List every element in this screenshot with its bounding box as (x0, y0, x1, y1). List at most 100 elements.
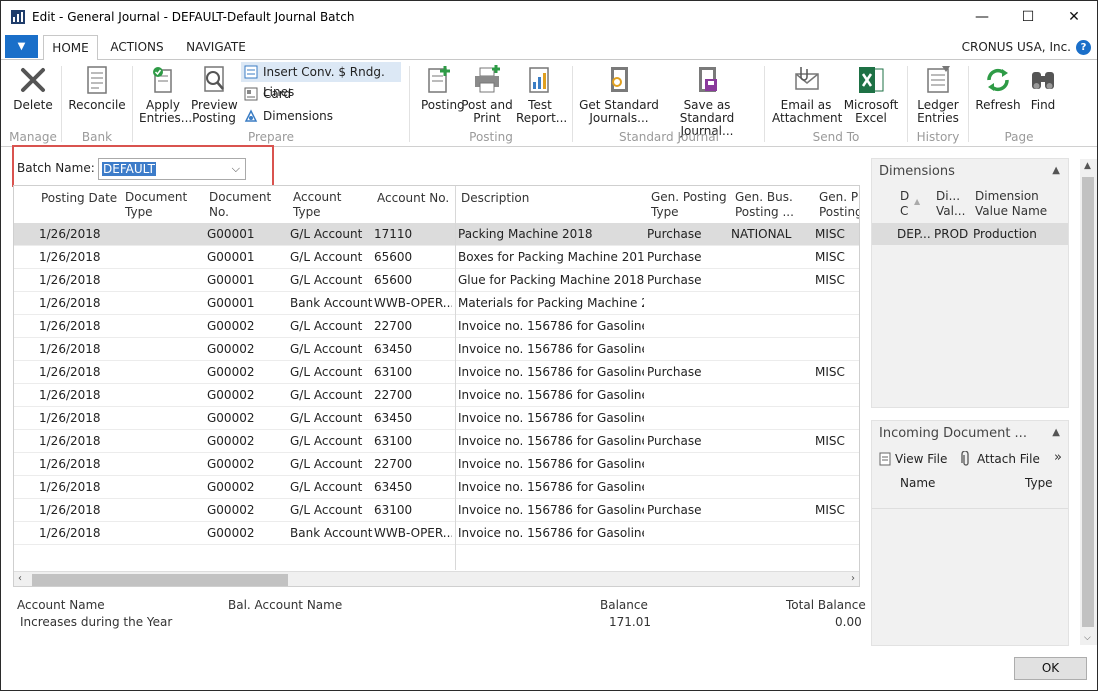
minimize-button[interactable]: — (959, 1, 1005, 33)
table-row[interactable]: 1/26/2018 G00002 G/L Account 63450 Invoice n… (14, 476, 859, 499)
cell-posting-date[interactable]: 1/26/2018 (39, 480, 119, 494)
batch-name-dropdown[interactable]: DEFAULT ⌵ (98, 158, 246, 180)
insert-conv-rounding-button[interactable]: Insert Conv. $ Rndg. Lines (241, 62, 401, 99)
post-and-print-button[interactable]: Post and Print (461, 64, 513, 125)
post-button[interactable]: Posting (421, 64, 465, 112)
cell-account-no[interactable]: 22700 (374, 388, 452, 402)
cell-account-no[interactable]: 63450 (374, 411, 452, 425)
cell-posting-date[interactable]: 1/26/2018 (39, 296, 119, 310)
cell-account-no[interactable]: 63100 (374, 434, 452, 448)
table-row[interactable]: 1/26/2018 G00001 G/L Account 65600 Boxes for… (14, 246, 859, 269)
cell-description[interactable]: Glue for Packing Machine 2018 (458, 273, 644, 287)
cell-description[interactable]: Boxes for Packing Machine 2018 (458, 250, 644, 264)
vertical-scroll-thumb[interactable] (1082, 177, 1094, 627)
cell-description[interactable]: Invoice no. 156786 for Gasoline 2... (458, 388, 644, 402)
cell-gen-posting-type[interactable]: Purchase (647, 227, 727, 241)
cell-gen-prod-posting-group[interactable]: MISC (815, 227, 859, 241)
cell-gen-prod-posting-group[interactable]: MISC (815, 434, 859, 448)
cell-account-no[interactable]: 63450 (374, 480, 452, 494)
cell-account-no[interactable]: 65600 (374, 250, 452, 264)
table-row[interactable]: 1/26/2018 G00002 G/L Account 63100 Invoice n… (14, 430, 859, 453)
preview-posting-button[interactable]: Preview Posting (191, 64, 238, 125)
vertical-scrollbar[interactable]: ▲ ⌵ (1080, 159, 1097, 645)
cell-document-no[interactable]: G00001 (207, 296, 287, 310)
cell-posting-date[interactable]: 1/26/2018 (39, 503, 119, 517)
cell-posting-date[interactable]: 1/26/2018 (39, 319, 119, 333)
cell-gen-posting-type[interactable]: Purchase (647, 273, 727, 287)
table-row[interactable]: 1/26/2018 G00002 G/L Account 63450 Invoice n… (14, 407, 859, 430)
get-standard-journals-button[interactable]: Get Standard Journals... (579, 64, 659, 125)
table-row[interactable]: 1/26/2018 G00002 G/L Account 63100 Invoice n… (14, 361, 859, 384)
dim-col-value-name[interactable]: Dimension Value Name (975, 189, 1047, 219)
incoming-col-type[interactable]: Type (1025, 476, 1053, 490)
cell-account-no[interactable]: 65600 (374, 273, 452, 287)
refresh-button[interactable]: Refresh (975, 64, 1021, 112)
cell-account-no[interactable]: 63100 (374, 365, 452, 379)
col-posting-date[interactable]: Posting Date (41, 191, 117, 206)
cell-document-no[interactable]: G00002 (207, 526, 287, 540)
reconcile-button[interactable]: Reconcile (68, 64, 126, 112)
cell-account-type[interactable]: G/L Account (290, 388, 374, 402)
cell-account-type[interactable]: G/L Account (290, 250, 374, 264)
cell-account-no[interactable]: WWB-OPER... (374, 296, 452, 310)
table-row[interactable]: 1/26/2018 G00001 G/L Account 65600 Glue for … (14, 269, 859, 292)
cell-account-no[interactable]: 22700 (374, 319, 452, 333)
cell-document-no[interactable]: G00002 (207, 365, 287, 379)
cell-document-no[interactable]: G00002 (207, 342, 287, 356)
col-gen-posting-type[interactable]: Gen. Posting Type (651, 190, 727, 220)
cell-account-type[interactable]: Bank Account (290, 526, 374, 540)
cell-account-type[interactable]: G/L Account (290, 480, 374, 494)
collapse-caret-icon[interactable]: ▲ (1052, 427, 1060, 438)
cell-account-type[interactable]: G/L Account (290, 273, 374, 287)
cell-posting-date[interactable]: 1/26/2018 (39, 342, 119, 356)
close-button[interactable]: ✕ (1051, 1, 1097, 33)
chevron-down-icon[interactable]: ⌵ (232, 162, 240, 176)
cell-account-type[interactable]: G/L Account (290, 342, 374, 356)
col-description[interactable]: Description (461, 191, 529, 206)
cell-posting-date[interactable]: 1/26/2018 (39, 273, 119, 287)
cell-description[interactable]: Invoice no. 156786 for Gasoline 2... (458, 480, 644, 494)
cell-posting-date[interactable]: 1/26/2018 (39, 411, 119, 425)
cell-description[interactable]: Packing Machine 2018 (458, 227, 644, 241)
tab-navigate[interactable]: NAVIGATE (181, 35, 251, 59)
cell-gen-prod-posting-group[interactable]: MISC (815, 273, 859, 287)
collapse-caret-icon[interactable]: ▲ (1052, 165, 1060, 176)
save-as-standard-journal-button[interactable]: Save as Standard Journal... (659, 64, 755, 138)
attach-file-button[interactable]: Attach File (958, 450, 1040, 468)
table-row[interactable]: 1/26/2018 G00002 G/L Account 22700 Invoice n… (14, 384, 859, 407)
cell-account-type[interactable]: G/L Account (290, 503, 374, 517)
cell-account-no[interactable]: 63100 (374, 503, 452, 517)
cell-gen-prod-posting-group[interactable]: MISC (815, 250, 859, 264)
table-row[interactable]: 1/26/2018 G00001 Bank Account WWB-OPER... Ma… (14, 292, 859, 315)
cell-document-no[interactable]: G00002 (207, 411, 287, 425)
scroll-down-icon[interactable]: ⌵ (1084, 633, 1091, 643)
cell-posting-date[interactable]: 1/26/2018 (39, 434, 119, 448)
cell-account-no[interactable]: 22700 (374, 457, 452, 471)
cell-account-type[interactable]: G/L Account (290, 457, 374, 471)
cell-document-no[interactable]: G00002 (207, 388, 287, 402)
more-actions-icon[interactable]: » (1054, 450, 1062, 465)
cell-description[interactable]: Invoice no. 156786 for Gasoline 2... (458, 434, 644, 448)
cell-document-no[interactable]: G00002 (207, 503, 287, 517)
col-document-type[interactable]: Document Type (125, 190, 187, 220)
cell-posting-date[interactable]: 1/26/2018 (39, 457, 119, 471)
cell-description[interactable]: Invoice no. 156786 for Gasoline 2... (458, 319, 644, 333)
dim-col-code[interactable]: D C (900, 189, 909, 219)
table-row[interactable]: 1/26/2018 G00002 Bank Account WWB-OPER... In… (14, 522, 859, 545)
maximize-button[interactable]: ☐ (1005, 1, 1051, 33)
cell-document-no[interactable]: G00002 (207, 480, 287, 494)
table-row[interactable]: 1/26/2018 G00002 G/L Account 63100 Invoice n… (14, 499, 859, 522)
cell-account-type[interactable]: G/L Account (290, 434, 374, 448)
ledger-entries-button[interactable]: Ledger Entries (913, 64, 963, 125)
app-menu-button[interactable]: ▼ (5, 35, 38, 58)
cell-description[interactable]: Invoice no. 156786 for Gasoline 2... (458, 526, 644, 540)
cell-account-type[interactable]: G/L Account (290, 227, 374, 241)
col-account-type[interactable]: Account Type (293, 190, 341, 220)
cell-account-no[interactable]: WWB-OPER... (374, 526, 452, 540)
cell-account-type[interactable]: G/L Account (290, 411, 374, 425)
cell-posting-date[interactable]: 1/26/2018 (39, 365, 119, 379)
cell-gen-posting-type[interactable]: Purchase (647, 434, 727, 448)
email-as-attachment-button[interactable]: Email as Attachment (772, 64, 842, 125)
incoming-col-name[interactable]: Name (900, 476, 935, 490)
apply-entries-button[interactable]: Apply Entries... (139, 64, 192, 125)
